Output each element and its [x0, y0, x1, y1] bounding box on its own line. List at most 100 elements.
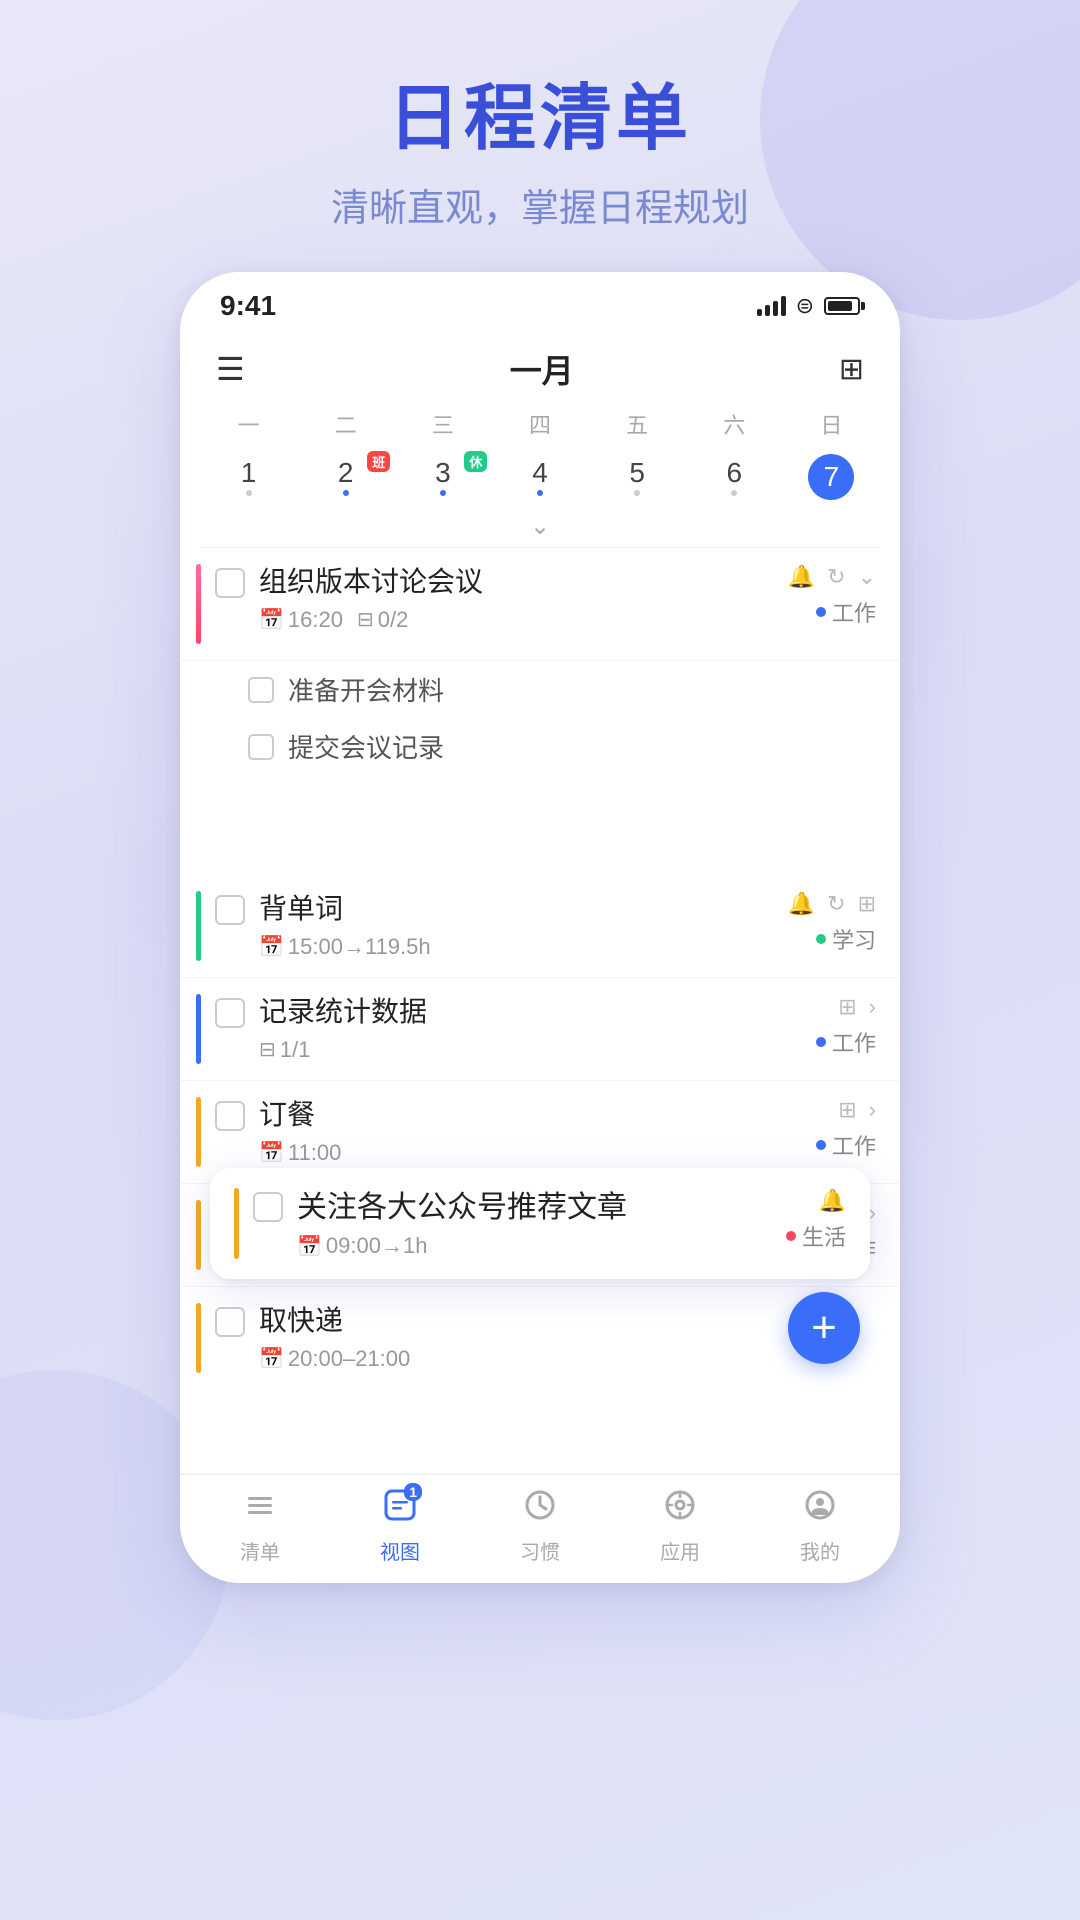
- subtask-meta-icon-4: ⊟: [259, 1037, 276, 1062]
- arrow-icon-4[interactable]: ›: [869, 994, 876, 1020]
- task-content-4: 记录统计数据 ⊟ 1/1: [259, 994, 806, 1062]
- calendar-date-7[interactable]: 7: [783, 448, 880, 506]
- status-bar: 9:41 ⊜: [180, 272, 900, 330]
- tab-label-list: 清单: [240, 1536, 280, 1565]
- tab-icon-list: [242, 1487, 278, 1532]
- task-right-5: ⊞ › 工作: [816, 1097, 876, 1161]
- week-header: 一 二 三 四 五 六 日: [180, 404, 900, 444]
- task-checkbox-4[interactable]: [215, 998, 245, 1028]
- floating-bell-icon[interactable]: 🔔: [819, 1188, 846, 1214]
- weekday-thu: 四: [491, 404, 588, 444]
- task-content-7: 取快递 📅 20:00–21:00: [259, 1303, 876, 1371]
- tab-label-profile: 我的: [800, 1536, 840, 1565]
- menu-icon[interactable]: ☰: [216, 350, 245, 388]
- bell-icon-1[interactable]: 🔔: [788, 564, 815, 590]
- floating-task-bar: [234, 1188, 239, 1259]
- task-list-container: 组织版本讨论会议 📅 16:20 ⊟ 0/2 🔔: [180, 548, 900, 1474]
- task-meta-3: 📅 15:00→119.5h: [259, 934, 778, 960]
- floating-card-space: [180, 775, 900, 875]
- task-right-1: 🔔 ↻ ⌄ 工作: [788, 564, 876, 628]
- task-checkbox-3[interactable]: [215, 895, 245, 925]
- subtask-checkbox-1-1[interactable]: [248, 677, 274, 703]
- tab-item-habit[interactable]: 习惯: [495, 1487, 585, 1565]
- task-item-3: 背单词 📅 15:00→119.5h 🔔 ↻ ⊞: [180, 875, 900, 978]
- subtask-title-1-1: 准备开会材料: [288, 671, 444, 708]
- task-tag-1: 工作: [816, 596, 876, 628]
- task-title-1: 组织版本讨论会议: [259, 564, 778, 600]
- task-tag-4: 工作: [816, 1026, 876, 1058]
- tab-item-app[interactable]: 应用: [635, 1487, 725, 1565]
- weekday-sat: 六: [686, 404, 783, 444]
- floating-card: 关注各大公众号推荐文章 📅 09:00→1h 🔔 生活: [210, 1168, 870, 1279]
- task-title-4: 记录统计数据: [259, 994, 806, 1030]
- weekday-wed: 三: [394, 404, 491, 444]
- tab-item-list[interactable]: 清单: [215, 1487, 305, 1565]
- tab-icon-habit: [522, 1487, 558, 1532]
- refresh-icon-1[interactable]: ↻: [827, 564, 845, 590]
- weekday-sun: 日: [783, 404, 880, 444]
- task-meta-4: ⊟ 1/1: [259, 1037, 806, 1063]
- calendar-date-3[interactable]: 3 休: [394, 453, 491, 502]
- task-tag-3: 学习: [816, 923, 876, 955]
- task-bar-5: [196, 1097, 201, 1167]
- task-checkbox-7[interactable]: [215, 1307, 245, 1337]
- status-icons: ⊜: [757, 293, 860, 319]
- calendar-meta-icon-3: 📅: [259, 934, 284, 959]
- task-checkbox-5[interactable]: [215, 1101, 245, 1131]
- task-bar-6: [196, 1200, 201, 1270]
- add-task-fab[interactable]: +: [788, 1292, 860, 1364]
- calendar-date-1[interactable]: 1: [200, 453, 297, 502]
- task-bar-7: [196, 1303, 201, 1373]
- task-meta-7: 📅 20:00–21:00: [259, 1346, 876, 1372]
- weekday-tue: 二: [297, 404, 394, 444]
- task-tag-5: 工作: [816, 1129, 876, 1161]
- calendar-date-4[interactable]: 4: [491, 453, 588, 502]
- calendar-meta-icon-5: 📅: [259, 1140, 284, 1165]
- subtask-1-1: 准备开会材料: [180, 661, 900, 718]
- floating-task-content: 关注各大公众号推荐文章 📅 09:00→1h: [297, 1188, 776, 1259]
- calendar-meta-icon-7: 📅: [259, 1346, 284, 1371]
- task-bar-3: [196, 891, 201, 961]
- tab-item-profile[interactable]: 我的: [775, 1487, 865, 1565]
- arrow-icon-5[interactable]: ›: [869, 1097, 876, 1123]
- calendar-date-6[interactable]: 6: [686, 453, 783, 502]
- grid-icon-5[interactable]: ⊞: [838, 1097, 856, 1123]
- floating-task-meta: 📅 09:00→1h: [297, 1233, 776, 1259]
- task-checkbox-1[interactable]: [215, 568, 245, 598]
- grid-icon-3[interactable]: ⊞: [858, 891, 876, 917]
- expand-icon-1[interactable]: ⌄: [858, 564, 876, 590]
- tab-item-view[interactable]: 1 视图: [355, 1487, 445, 1565]
- subtask-title-1-2: 提交会议记录: [288, 728, 444, 765]
- grid-icon-4[interactable]: ⊞: [838, 994, 856, 1020]
- floating-task-title: 关注各大公众号推荐文章: [297, 1188, 776, 1227]
- calendar-month: 一月: [510, 346, 574, 392]
- calendar-expand[interactable]: ⌄: [180, 506, 900, 547]
- date-badge-2: 班: [367, 451, 390, 472]
- task-actions-4: ⊞ ›: [838, 994, 876, 1020]
- phone-mockup: 9:41 ⊜ ☰ 一月 ⊞ 一 二 三: [180, 272, 900, 1583]
- signal-icon: [757, 296, 786, 316]
- phone-wrapper: 9:41 ⊜ ☰ 一月 ⊞ 一 二 三: [0, 272, 1080, 1583]
- calendar-meta-icon: 📅: [259, 607, 284, 632]
- calendar-header: ☰ 一月 ⊞: [180, 330, 900, 404]
- date-badge-3: 休: [464, 451, 487, 472]
- task-bar-1: [196, 564, 201, 644]
- weekday-fri: 五: [589, 404, 686, 444]
- floating-task-checkbox[interactable]: [253, 1192, 283, 1222]
- task-right-4: ⊞ › 工作: [816, 994, 876, 1058]
- floating-task-tag: 生活: [786, 1220, 846, 1252]
- subtask-checkbox-1-2[interactable]: [248, 734, 274, 760]
- tab-bar: 清单 1 视图: [180, 1474, 900, 1583]
- calendar-date-2[interactable]: 2 班: [297, 453, 394, 502]
- tab-icon-app: [662, 1487, 698, 1532]
- task-meta-1: 📅 16:20 ⊟ 0/2: [259, 607, 778, 633]
- status-time: 9:41: [220, 290, 276, 322]
- calendar-date-5[interactable]: 5: [589, 453, 686, 502]
- bell-icon-3[interactable]: 🔔: [788, 891, 815, 917]
- wifi-icon: ⊜: [796, 293, 814, 319]
- task-title-7: 取快递: [259, 1303, 876, 1339]
- calendar-view-icon[interactable]: ⊞: [839, 352, 864, 387]
- task-meta-5: 📅 11:00: [259, 1140, 806, 1166]
- tab-icon-profile: [802, 1487, 838, 1532]
- refresh-icon-3[interactable]: ↻: [827, 891, 845, 917]
